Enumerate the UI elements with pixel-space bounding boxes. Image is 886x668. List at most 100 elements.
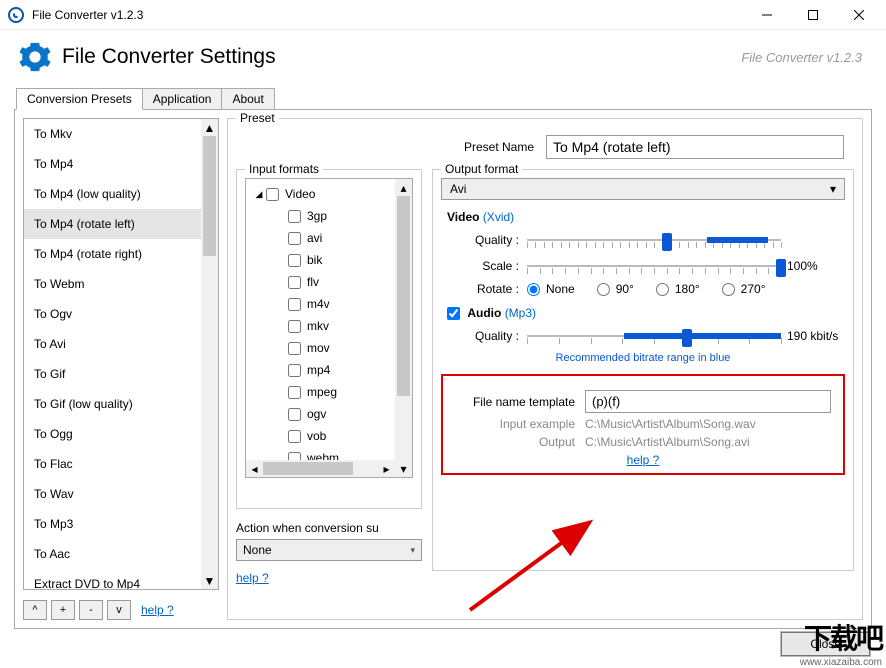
format-checkbox[interactable] xyxy=(288,232,301,245)
action-dropdown[interactable]: None ▾ xyxy=(236,539,422,561)
tree-item[interactable]: m4v xyxy=(254,293,395,315)
format-checkbox[interactable] xyxy=(288,452,301,461)
tree-item[interactable]: mpeg xyxy=(254,381,395,403)
header: File Converter Settings File Converter v… xyxy=(0,30,886,88)
recommended-note: Recommended bitrate range in blue xyxy=(441,352,845,364)
rotate-option[interactable]: 270° xyxy=(722,282,766,296)
rotate-radio[interactable] xyxy=(597,283,610,296)
format-checkbox[interactable] xyxy=(288,430,301,443)
preset-remove-button[interactable]: - xyxy=(79,600,103,620)
tree-item[interactable]: bik xyxy=(254,249,395,271)
preset-item[interactable]: To Webm xyxy=(24,269,201,299)
rotate-option[interactable]: 90° xyxy=(597,282,634,296)
scroll-thumb[interactable] xyxy=(203,136,216,256)
format-label: webm xyxy=(307,451,339,460)
rotate-radio[interactable] xyxy=(722,283,735,296)
scroll-thumb[interactable] xyxy=(263,462,353,475)
tree-item[interactable]: mkv xyxy=(254,315,395,337)
video-rotate-label: Rotate : xyxy=(441,282,527,296)
filename-template-input[interactable] xyxy=(585,390,831,413)
maximize-button[interactable] xyxy=(790,0,836,30)
tree-item[interactable]: mp4 xyxy=(254,359,395,381)
preset-item[interactable]: To Avi xyxy=(24,329,201,359)
preset-item[interactable]: To Gif (low quality) xyxy=(24,389,201,419)
preset-item[interactable]: To Ogv xyxy=(24,299,201,329)
format-checkbox[interactable] xyxy=(288,320,301,333)
format-checkbox[interactable] xyxy=(288,386,301,399)
preset-add-button[interactable]: + xyxy=(51,600,75,620)
collapse-icon[interactable]: ◢ xyxy=(254,189,264,200)
preset-scrollbar[interactable]: ▲ ▼ xyxy=(201,119,218,589)
preset-item[interactable]: To Ogg xyxy=(24,419,201,449)
output-format-dropdown[interactable]: Avi ▾ xyxy=(441,178,845,200)
tree-item[interactable]: vob xyxy=(254,425,395,447)
scroll-right-icon[interactable]: ▸ xyxy=(378,460,395,477)
output-example-label: Output xyxy=(455,435,585,449)
video-checkbox[interactable] xyxy=(266,188,279,201)
format-checkbox[interactable] xyxy=(288,408,301,421)
tree-item[interactable]: webm xyxy=(254,447,395,460)
preset-item[interactable]: To Flac xyxy=(24,449,201,479)
tab-content: To MkvTo Mp4To Mp4 (low quality)To Mp4 (… xyxy=(14,109,872,629)
tree-vscroll[interactable]: ▴ ▾ xyxy=(395,179,412,477)
tab-about[interactable]: About xyxy=(221,88,274,110)
rotate-radio[interactable] xyxy=(656,283,669,296)
video-scale-slider[interactable] xyxy=(527,256,781,276)
preset-item[interactable]: To Aac xyxy=(24,539,201,569)
tree-item[interactable]: avi xyxy=(254,227,395,249)
preset-move-up-button[interactable]: ^ xyxy=(23,600,47,620)
preset-item[interactable]: Extract DVD to Mp4 xyxy=(24,569,201,589)
tab-conversion-presets[interactable]: Conversion Presets xyxy=(16,88,143,110)
audio-section-label: Audio (Mp3) xyxy=(447,306,845,320)
preset-name-input[interactable] xyxy=(546,135,844,159)
audio-checkbox[interactable] xyxy=(447,307,460,320)
tree-root-video[interactable]: ◢ Video xyxy=(254,183,395,205)
input-formats-tree[interactable]: ◢ Video 3gpavibikflvm4vmkvmovmp4mpegogvv… xyxy=(245,178,413,478)
minimize-button[interactable] xyxy=(744,0,790,30)
filename-help-link[interactable]: help ? xyxy=(627,453,660,467)
rotate-option[interactable]: None xyxy=(527,282,575,296)
tree-item[interactable]: ogv xyxy=(254,403,395,425)
action-help-link[interactable]: help ? xyxy=(236,571,269,585)
rotate-radio[interactable] xyxy=(527,283,540,296)
preset-list[interactable]: To MkvTo Mp4To Mp4 (low quality)To Mp4 (… xyxy=(23,118,219,590)
video-quality-slider[interactable] xyxy=(527,230,781,250)
scroll-down-icon[interactable]: ▾ xyxy=(395,460,412,477)
scroll-thumb[interactable] xyxy=(397,196,410,396)
tree-item[interactable]: mov xyxy=(254,337,395,359)
close-button[interactable] xyxy=(836,0,882,30)
scroll-left-icon[interactable]: ◂ xyxy=(246,460,263,477)
audio-quality-value: 190 kbit/s xyxy=(781,329,845,343)
preset-help-link[interactable]: help ? xyxy=(141,603,174,617)
format-checkbox[interactable] xyxy=(288,342,301,355)
preset-move-down-button[interactable]: v xyxy=(107,600,131,620)
app-icon xyxy=(8,7,24,23)
preset-item[interactable]: To Wav xyxy=(24,479,201,509)
tree-item[interactable]: 3gp xyxy=(254,205,395,227)
format-checkbox[interactable] xyxy=(288,254,301,267)
rotate-option[interactable]: 180° xyxy=(656,282,700,296)
scroll-down-icon[interactable]: ▼ xyxy=(201,572,218,589)
scroll-up-icon[interactable]: ▲ xyxy=(201,119,218,136)
scroll-up-icon[interactable]: ▴ xyxy=(395,179,412,196)
format-checkbox[interactable] xyxy=(288,210,301,223)
preset-item[interactable]: To Gif xyxy=(24,359,201,389)
preset-item[interactable]: To Mp4 (rotate left) xyxy=(24,209,201,239)
preset-item[interactable]: To Mkv xyxy=(24,119,201,149)
tree-hscroll[interactable]: ◂ ▸ xyxy=(246,460,395,477)
preset-item[interactable]: To Mp4 (rotate right) xyxy=(24,239,201,269)
preset-item[interactable]: To Mp4 (low quality) xyxy=(24,179,201,209)
format-checkbox[interactable] xyxy=(288,298,301,311)
format-checkbox[interactable] xyxy=(288,364,301,377)
tree-item[interactable]: flv xyxy=(254,271,395,293)
tab-application[interactable]: Application xyxy=(142,88,223,110)
format-checkbox[interactable] xyxy=(288,276,301,289)
preset-item[interactable]: To Mp4 xyxy=(24,149,201,179)
page-title: File Converter Settings xyxy=(62,45,741,69)
audio-quality-slider[interactable] xyxy=(527,326,781,346)
input-example-label: Input example xyxy=(455,417,585,431)
preset-item[interactable]: To Mp3 xyxy=(24,509,201,539)
tab-bar: Conversion Presets Application About xyxy=(16,88,886,110)
filename-template-label: File name template xyxy=(455,395,585,409)
output-example-value: C:\Music\Artist\Album\Song.avi xyxy=(585,435,831,449)
